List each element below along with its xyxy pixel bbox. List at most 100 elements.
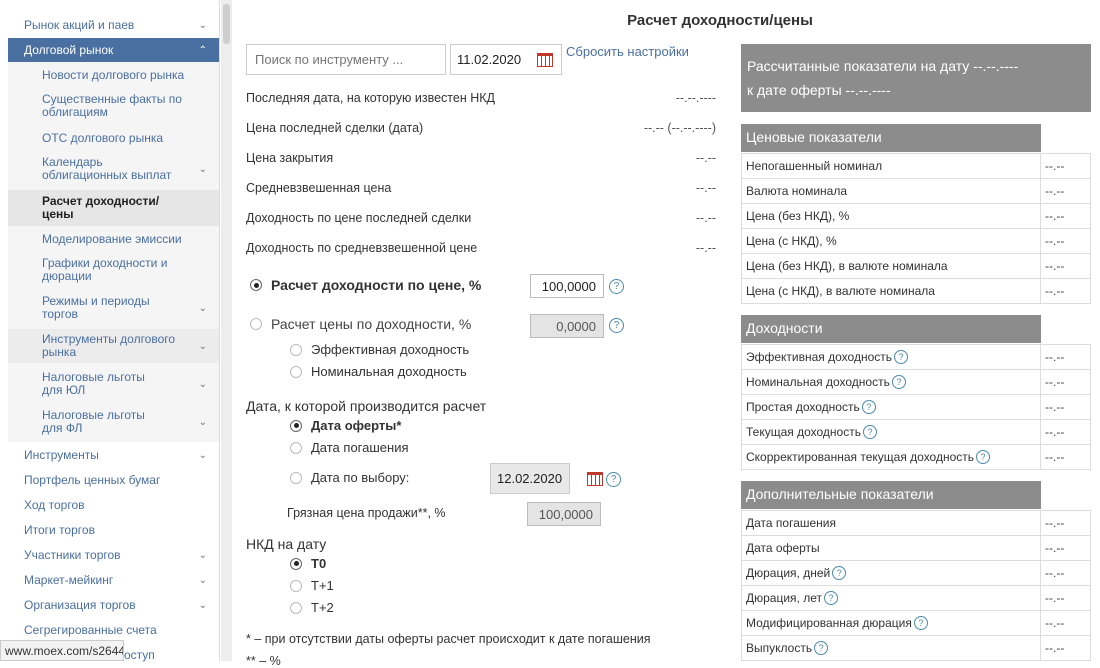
search-input[interactable] [246, 44, 446, 75]
results-header-line2: к дате оферты --.--.---- [747, 82, 891, 98]
sidebar-item-tax-individuals[interactable]: Налоговые льготы для ФЛ ⌄ [8, 405, 219, 439]
yield-input[interactable]: 0,0000 [530, 314, 604, 338]
sidebar-item-segregated[interactable]: Сегрегированные счета [8, 619, 219, 641]
sidebar-item-debt-news[interactable]: Новости долгового рынка [8, 64, 219, 86]
row-label: Номинальная доходность [746, 374, 890, 389]
sidebar-item-market-making[interactable]: Маркет-мейкинг ⌄ [8, 569, 219, 591]
sidebar-item-debt-instruments[interactable]: Инструменты долгового рынка ⌄ [8, 329, 219, 363]
extra-table: Дата погашения --.-- Дата оферты --.-- Дюр… [741, 510, 1091, 661]
help-icon[interactable]: ? [862, 425, 877, 440]
sidebar-item-participants[interactable]: Участники торгов ⌄ [8, 544, 219, 566]
info-label: Доходность по средневзвешенной цене [246, 241, 478, 255]
effective-yield-radio[interactable]: Эффективная доходность [290, 342, 469, 357]
info-value: --.-- [695, 241, 716, 255]
sidebar-item-otc[interactable]: ОТС долгового рынка [8, 127, 219, 149]
chevron-down-icon: ⌄ [198, 549, 207, 561]
help-icon[interactable]: ? [891, 375, 906, 390]
sidebar-item-trading-results[interactable]: Итоги торгов [8, 519, 219, 541]
radio-unselected[interactable] [250, 318, 262, 330]
calendar-icon[interactable] [587, 472, 603, 486]
row-value: --.-- [1040, 253, 1091, 279]
help-icon[interactable]: ? [861, 400, 876, 415]
calendar-icon[interactable] [537, 53, 553, 67]
offer-date-radio[interactable]: Дата оферты* [290, 418, 401, 433]
reset-settings-link[interactable]: Сбросить настройки [566, 44, 689, 59]
radio-selected[interactable] [290, 419, 302, 432]
custom-date-radio[interactable]: Дата по выбору: [290, 470, 409, 485]
row-value: --.-- [1040, 178, 1091, 204]
sidebar-item-debt-market[interactable]: Долговой рынок ⌃ [8, 38, 219, 62]
table-row: Цена (без НКД), % --.-- [741, 203, 1091, 229]
row-value: --.-- [1040, 510, 1091, 536]
radio-unselected[interactable] [290, 441, 302, 454]
t0-radio[interactable]: T0 [290, 556, 326, 571]
help-icon[interactable]: ? [832, 566, 847, 581]
row-label-cell: Текущая доходность? [741, 419, 1041, 445]
date-field[interactable]: 11.02.2020 [450, 44, 562, 75]
table-row: Дата погашения --.-- [741, 510, 1091, 536]
sidebar-item-trading-org[interactable]: Организация торгов ⌄ [8, 594, 219, 616]
calc-by-price-radio[interactable]: Расчет доходности по цене, % [250, 277, 481, 293]
info-row: Цена последней сделки (дата) --.-- (--.-… [246, 121, 716, 135]
radio-unselected[interactable] [290, 365, 302, 378]
custom-date-field[interactable]: 12.02.2020 [490, 463, 603, 494]
maturity-date-radio[interactable]: Дата погашения [290, 440, 409, 455]
row-label-cell: Модифицированная дюрация? [741, 610, 1041, 636]
row-label-cell: Простая доходность? [741, 394, 1041, 420]
radio-unselected[interactable] [290, 579, 302, 592]
sidebar-item-label: Расчет доходности/ цены [42, 194, 160, 221]
sidebar-item-tax-legal[interactable]: Налоговые льготы для ЮЛ ⌄ [8, 367, 219, 401]
row-label: Выпуклость [746, 640, 813, 655]
help-icon[interactable]: ? [913, 616, 928, 631]
help-icon[interactable]: ? [894, 350, 909, 365]
info-value: --.-- (--.--.----) [643, 121, 716, 135]
help-icon[interactable]: ? [824, 591, 838, 606]
sidebar-item-yield-charts[interactable]: Графики доходности и дюрации [8, 253, 219, 287]
calc-by-yield-radio[interactable]: Расчет цены по доходности, % [250, 316, 471, 332]
price-input[interactable]: 100,0000 [530, 274, 604, 298]
sidebar-item-bond-calendar[interactable]: Календарь облигационных выплат ⌄ [8, 152, 219, 186]
table-row: Цена (без НКД), в валюте номинала --.-- [741, 253, 1091, 279]
help-icon[interactable]: ? [606, 472, 621, 487]
radio-unselected[interactable] [290, 471, 302, 484]
help-icon[interactable]: ? [814, 641, 829, 656]
t1-radio[interactable]: T+1 [290, 578, 334, 593]
radio-selected[interactable] [290, 557, 302, 570]
sidebar-item-label: Существенные факты по облигациям [42, 92, 182, 119]
nominal-yield-radio[interactable]: Номинальная доходность [290, 364, 467, 379]
sidebar-item-portfolio[interactable]: Портфель ценных бумаг [8, 469, 219, 491]
row-value: --.-- [1040, 635, 1091, 661]
radio-selected[interactable] [250, 279, 262, 291]
row-label-cell: Эффективная доходность? [741, 344, 1041, 370]
sidebar-item-trading-progress[interactable]: Ход торгов [8, 494, 219, 516]
sidebar-item-emission-model[interactable]: Моделирование эмиссии [8, 228, 219, 250]
sidebar-item-trading-modes[interactable]: Режимы и периоды торгов ⌄ [8, 291, 219, 325]
table-row: Цена (с НКД), % --.-- [741, 228, 1091, 254]
sidebar-item-yield-calc[interactable]: Расчет доходности/ цены [8, 190, 219, 226]
row-label: Дата оферты [741, 535, 1041, 561]
help-icon[interactable]: ? [609, 318, 624, 333]
row-label: Валюта номинала [741, 178, 1041, 204]
sidebar-item-label: ОТС долгового рынка [42, 130, 164, 145]
sidebar-item-instruments[interactable]: Инструменты ⌄ [8, 444, 219, 466]
radio-label: T+1 [311, 578, 334, 593]
radio-unselected[interactable] [290, 343, 302, 356]
radio-label: Эффективная доходность [311, 342, 470, 357]
scrollbar-thumb[interactable] [223, 4, 230, 44]
t2-radio[interactable]: T+2 [290, 600, 334, 615]
sidebar-item-stocks[interactable]: Рынок акций и паев ⌄ [8, 14, 219, 36]
table-row: Скорректированная текущая доходность? --.… [741, 444, 1091, 470]
info-value: --.-- [695, 211, 716, 225]
radio-unselected[interactable] [290, 601, 302, 614]
sidebar-item-material-facts[interactable]: Существенные факты по облигациям [8, 89, 219, 123]
dirty-price-input[interactable]: 100,0000 [527, 502, 601, 526]
scrollbar[interactable] [221, 0, 232, 661]
radio-label: Расчет доходности по цене, % [271, 277, 482, 293]
sidebar-item-label: оступ [124, 648, 155, 662]
info-label: Последняя дата, на которую известен НКД [246, 91, 495, 105]
sidebar-item-label: Рынок акций и паев [24, 18, 135, 32]
row-label-cell: Дюрация, дней? [741, 560, 1041, 586]
help-icon[interactable]: ? [976, 450, 991, 465]
help-icon[interactable]: ? [609, 279, 624, 294]
info-label: Цена последней сделки (дата) [246, 121, 424, 135]
